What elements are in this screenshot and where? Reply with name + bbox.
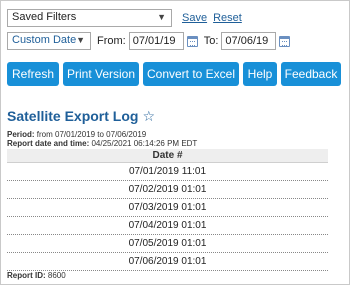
table-row: 07/06/2019 01:01 bbox=[7, 253, 328, 271]
table-row: 07/01/2019 11:01 bbox=[7, 163, 328, 181]
chevron-down-icon: ▼ bbox=[76, 35, 85, 45]
report-id-label: Report ID: bbox=[7, 271, 46, 280]
table-row: 07/03/2019 01:01 bbox=[7, 199, 328, 217]
date-range-value: Custom Date bbox=[12, 34, 77, 46]
table-row: 07/02/2019 01:01 bbox=[7, 181, 328, 199]
print-version-button[interactable]: Print Version bbox=[63, 62, 139, 86]
saved-filters-select[interactable]: Saved Filters ▼ bbox=[7, 9, 172, 27]
convert-to-excel-button[interactable]: Convert to Excel bbox=[143, 62, 239, 86]
to-label: To: bbox=[203, 35, 219, 47]
export-log-table: Date # 07/01/2019 11:01 07/02/2019 01:01… bbox=[7, 149, 328, 271]
period-label: Period: bbox=[7, 130, 35, 139]
column-header-date: Date # bbox=[7, 149, 328, 163]
from-label: From: bbox=[97, 35, 126, 47]
to-date-input[interactable] bbox=[221, 32, 277, 50]
star-outline-icon[interactable]: ☆ bbox=[142, 109, 155, 123]
save-link[interactable]: Save bbox=[182, 12, 207, 24]
calendar-icon[interactable] bbox=[186, 35, 198, 47]
period-line: Period: from 07/01/2019 to 07/06/2019 bbox=[7, 130, 197, 139]
saved-filters-row: Saved Filters ▼ Save Reset bbox=[7, 9, 242, 27]
report-header: Satellite Export Log ☆ bbox=[7, 108, 155, 124]
chevron-down-icon: ▼ bbox=[157, 12, 166, 22]
date-range-row: Custom Date ▼ From: To: bbox=[7, 32, 291, 50]
saved-filters-value: Saved Filters bbox=[12, 11, 77, 23]
calendar-icon[interactable] bbox=[279, 35, 291, 47]
report-meta: Period: from 07/01/2019 to 07/06/2019 Re… bbox=[7, 130, 197, 148]
date-range-select[interactable]: Custom Date ▼ bbox=[7, 32, 91, 50]
refresh-button[interactable]: Refresh bbox=[7, 62, 59, 86]
table-row: 07/05/2019 01:01 bbox=[7, 235, 328, 253]
action-toolbar: Refresh Print Version Convert to Excel H… bbox=[7, 62, 341, 86]
table-row: 07/04/2019 01:01 bbox=[7, 217, 328, 235]
help-button[interactable]: Help bbox=[243, 62, 277, 86]
from-date-input[interactable] bbox=[128, 32, 184, 50]
report-id-value: 8600 bbox=[47, 271, 66, 280]
feedback-button[interactable]: Feedback bbox=[281, 62, 341, 86]
report-date-value: 04/25/2021 06:14:26 PM EDT bbox=[91, 139, 198, 148]
period-value: from 07/01/2019 to 07/06/2019 bbox=[36, 130, 147, 139]
reset-link[interactable]: Reset bbox=[213, 12, 242, 24]
report-date-label: Report date and time: bbox=[7, 139, 90, 148]
page-title: Satellite Export Log bbox=[7, 108, 139, 124]
report-date-line: Report date and time: 04/25/2021 06:14:2… bbox=[7, 139, 197, 148]
report-id: Report ID: 8600 bbox=[7, 271, 66, 280]
